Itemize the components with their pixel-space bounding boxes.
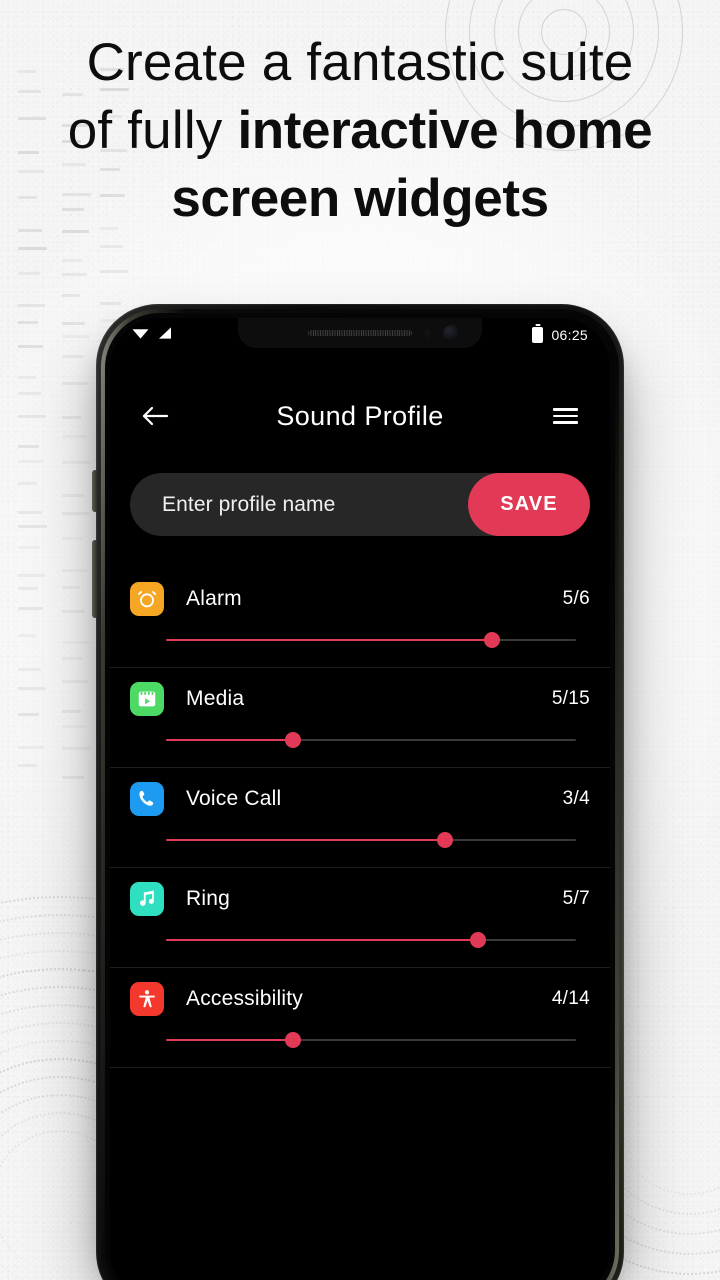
music-note-icon <box>130 882 164 916</box>
volume-row-accessibility[interactable]: Accessibility 4/14 <box>110 968 610 1068</box>
back-arrow-icon[interactable] <box>136 397 174 435</box>
app-bar: Sound Profile <box>110 378 610 454</box>
slider-fill <box>166 1039 294 1041</box>
cellular-signal-icon <box>158 326 173 345</box>
volume-row-header: Alarm 5/6 <box>130 568 590 630</box>
volume-row-label: Accessibility <box>186 987 303 1010</box>
volume-row-value: 4/14 <box>551 988 590 1009</box>
headline-line-3: screen widgets <box>171 169 549 229</box>
phone-handset-icon <box>130 782 164 816</box>
volume-row-media[interactable]: Media 5/15 <box>110 668 610 768</box>
volume-row-value: 5/15 <box>551 688 590 709</box>
status-bar: 06:25 <box>110 318 610 352</box>
volume-slider[interactable] <box>166 630 576 650</box>
status-bar-right: 06:25 <box>532 327 588 343</box>
headline-line-2-bold: interactive home <box>237 101 653 161</box>
page-title: Sound Profile <box>276 400 444 431</box>
volume-row-value: 3/4 <box>562 788 590 809</box>
volume-slider[interactable] <box>166 730 576 750</box>
volume-row-value: 5/7 <box>562 888 590 909</box>
wifi-icon <box>132 326 149 345</box>
volume-row-value: 5/6 <box>562 588 590 609</box>
volume-row-header: Ring 5/7 <box>130 868 590 930</box>
status-bar-left <box>132 326 173 345</box>
alarm-clock-icon <box>130 582 164 616</box>
slider-fill <box>166 839 445 841</box>
phone-mute-button <box>92 470 98 512</box>
slider-fill <box>166 939 478 941</box>
profile-name-row: SAVE <box>130 473 590 536</box>
status-bar-clock: 06:25 <box>551 327 588 343</box>
volume-row-ring[interactable]: Ring 5/7 <box>110 868 610 968</box>
volume-settings-list: Alarm 5/6 Media 5/15 Voice Call 3/4 Ring 5/7 Acc… <box>110 568 610 1280</box>
slider-fill <box>166 639 492 641</box>
slider-thumb[interactable] <box>285 1032 302 1048</box>
volume-slider[interactable] <box>166 830 576 850</box>
phone-bezel: 06:25 Sound Profile SAVE Alarm 5/6 Media 5/… <box>105 313 615 1280</box>
volume-row-header: Accessibility 4/14 <box>130 968 590 1030</box>
volume-slider[interactable] <box>166 1030 576 1050</box>
volume-row-alarm[interactable]: Alarm 5/6 <box>110 568 610 668</box>
volume-row-label: Voice Call <box>186 787 282 810</box>
phone-mockup: 06:25 Sound Profile SAVE Alarm 5/6 Media 5/… <box>96 304 624 1280</box>
save-button[interactable]: SAVE <box>468 473 590 536</box>
phone-volume-button <box>92 540 98 618</box>
battery-icon <box>532 327 544 343</box>
promo-headline: Create a fantastic suite of fully intera… <box>0 33 720 229</box>
volume-row-header: Voice Call 3/4 <box>130 768 590 830</box>
accessibility-person-icon <box>130 982 164 1016</box>
volume-row-label: Alarm <box>186 587 242 610</box>
hamburger-lines <box>552 404 578 428</box>
slider-thumb[interactable] <box>469 932 486 948</box>
slider-fill <box>166 739 294 741</box>
hamburger-menu-icon[interactable] <box>546 397 584 435</box>
profile-name-input[interactable] <box>162 492 468 517</box>
slider-thumb[interactable] <box>285 732 302 748</box>
volume-slider[interactable] <box>166 930 576 950</box>
headline-line-2: of fully interactive home <box>0 104 720 158</box>
headline-line-1: Create a fantastic suite <box>86 33 634 92</box>
phone-metal-frame: 06:25 Sound Profile SAVE Alarm 5/6 Media 5/… <box>101 309 619 1280</box>
media-play-icon <box>130 682 164 716</box>
slider-thumb[interactable] <box>483 632 500 648</box>
volume-row-label: Media <box>186 687 245 710</box>
phone-screen: 06:25 Sound Profile SAVE Alarm 5/6 Media 5/… <box>110 318 610 1280</box>
volume-row-label: Ring <box>186 887 230 910</box>
volume-row-header: Media 5/15 <box>130 668 590 730</box>
slider-thumb[interactable] <box>436 832 453 848</box>
headline-line-2-light: of fully <box>67 101 238 161</box>
volume-row-voice-call[interactable]: Voice Call 3/4 <box>110 768 610 868</box>
